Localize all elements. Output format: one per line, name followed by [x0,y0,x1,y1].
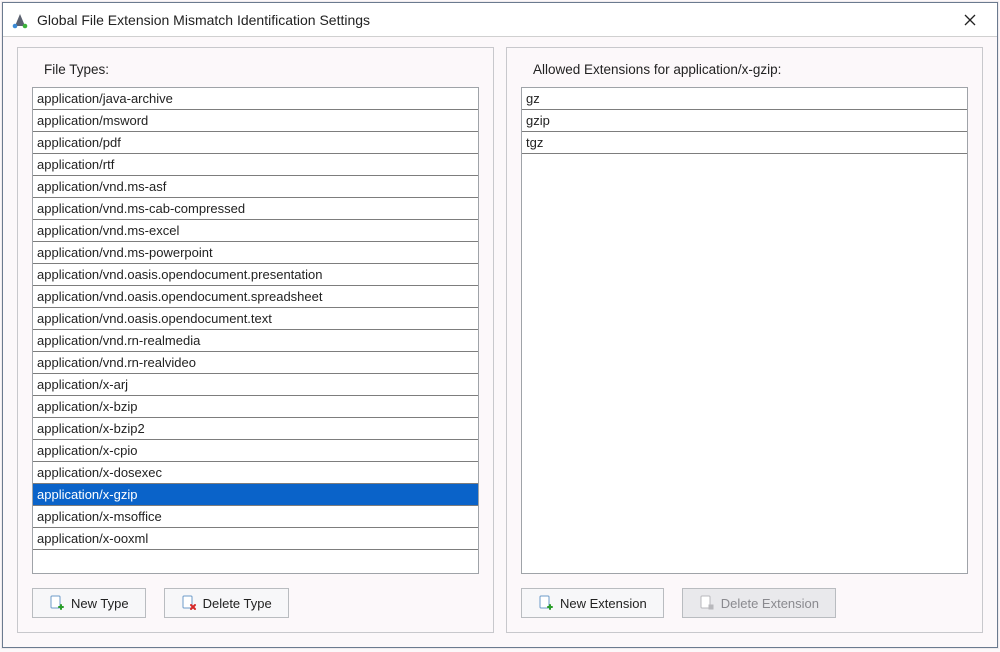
file-type-row[interactable]: application/vnd.rn-realmedia [33,330,478,352]
delete-extension-button[interactable]: Delete Extension [682,588,836,618]
allowed-extensions-label: Allowed Extensions for application/x-gzi… [533,62,968,77]
file-type-row[interactable]: application/vnd.rn-realvideo [33,352,478,374]
file-type-row[interactable]: application/x-dosexec [33,462,478,484]
file-type-row[interactable]: application/vnd.ms-excel [33,220,478,242]
app-icon [11,11,29,29]
delete-document-icon [699,595,715,611]
extension-row[interactable]: gzip [522,110,967,132]
content-area: File Types: application/java-archiveappl… [3,37,997,647]
add-document-icon [538,595,554,611]
file-types-pane: File Types: application/java-archiveappl… [17,47,494,633]
file-type-row[interactable]: application/rtf [33,154,478,176]
file-type-row[interactable]: application/x-gzip [33,484,478,506]
delete-type-button[interactable]: Delete Type [164,588,289,618]
extension-row[interactable]: tgz [522,132,967,154]
file-type-row[interactable]: application/x-cpio [33,440,478,462]
extension-row[interactable]: gz [522,88,967,110]
file-type-row[interactable]: application/vnd.ms-cab-compressed [33,198,478,220]
delete-extension-label: Delete Extension [721,596,819,611]
titlebar: Global File Extension Mismatch Identific… [3,3,997,37]
file-type-row[interactable]: application/x-bzip2 [33,418,478,440]
new-extension-label: New Extension [560,596,647,611]
extensions-listbox[interactable]: gzgziptgz [521,87,968,574]
file-type-row[interactable]: application/x-bzip [33,396,478,418]
file-type-row[interactable]: application/vnd.oasis.opendocument.sprea… [33,286,478,308]
file-type-row[interactable]: application/x-arj [33,374,478,396]
allowed-extensions-pane: Allowed Extensions for application/x-gzi… [506,47,983,633]
add-document-icon [49,595,65,611]
file-type-row[interactable]: application/x-msoffice [33,506,478,528]
window-title: Global File Extension Mismatch Identific… [37,12,951,28]
file-types-label: File Types: [44,62,479,77]
new-type-label: New Type [71,596,129,611]
file-type-row[interactable]: application/vnd.ms-powerpoint [33,242,478,264]
file-type-row[interactable]: application/x-ooxml [33,528,478,550]
file-type-row[interactable]: application/pdf [33,132,478,154]
file-type-row[interactable]: application/vnd.oasis.opendocument.prese… [33,264,478,286]
new-extension-button[interactable]: New Extension [521,588,664,618]
file-types-listbox[interactable]: application/java-archiveapplication/mswo… [32,87,479,574]
file-type-row[interactable]: application/java-archive [33,88,478,110]
delete-document-icon [181,595,197,611]
settings-window: Global File Extension Mismatch Identific… [2,2,998,648]
file-type-row[interactable]: application/vnd.oasis.opendocument.text [33,308,478,330]
delete-type-label: Delete Type [203,596,272,611]
file-type-row[interactable]: application/msword [33,110,478,132]
new-type-button[interactable]: New Type [32,588,146,618]
file-type-row[interactable]: application/vnd.ms-asf [33,176,478,198]
close-button[interactable] [951,6,989,34]
